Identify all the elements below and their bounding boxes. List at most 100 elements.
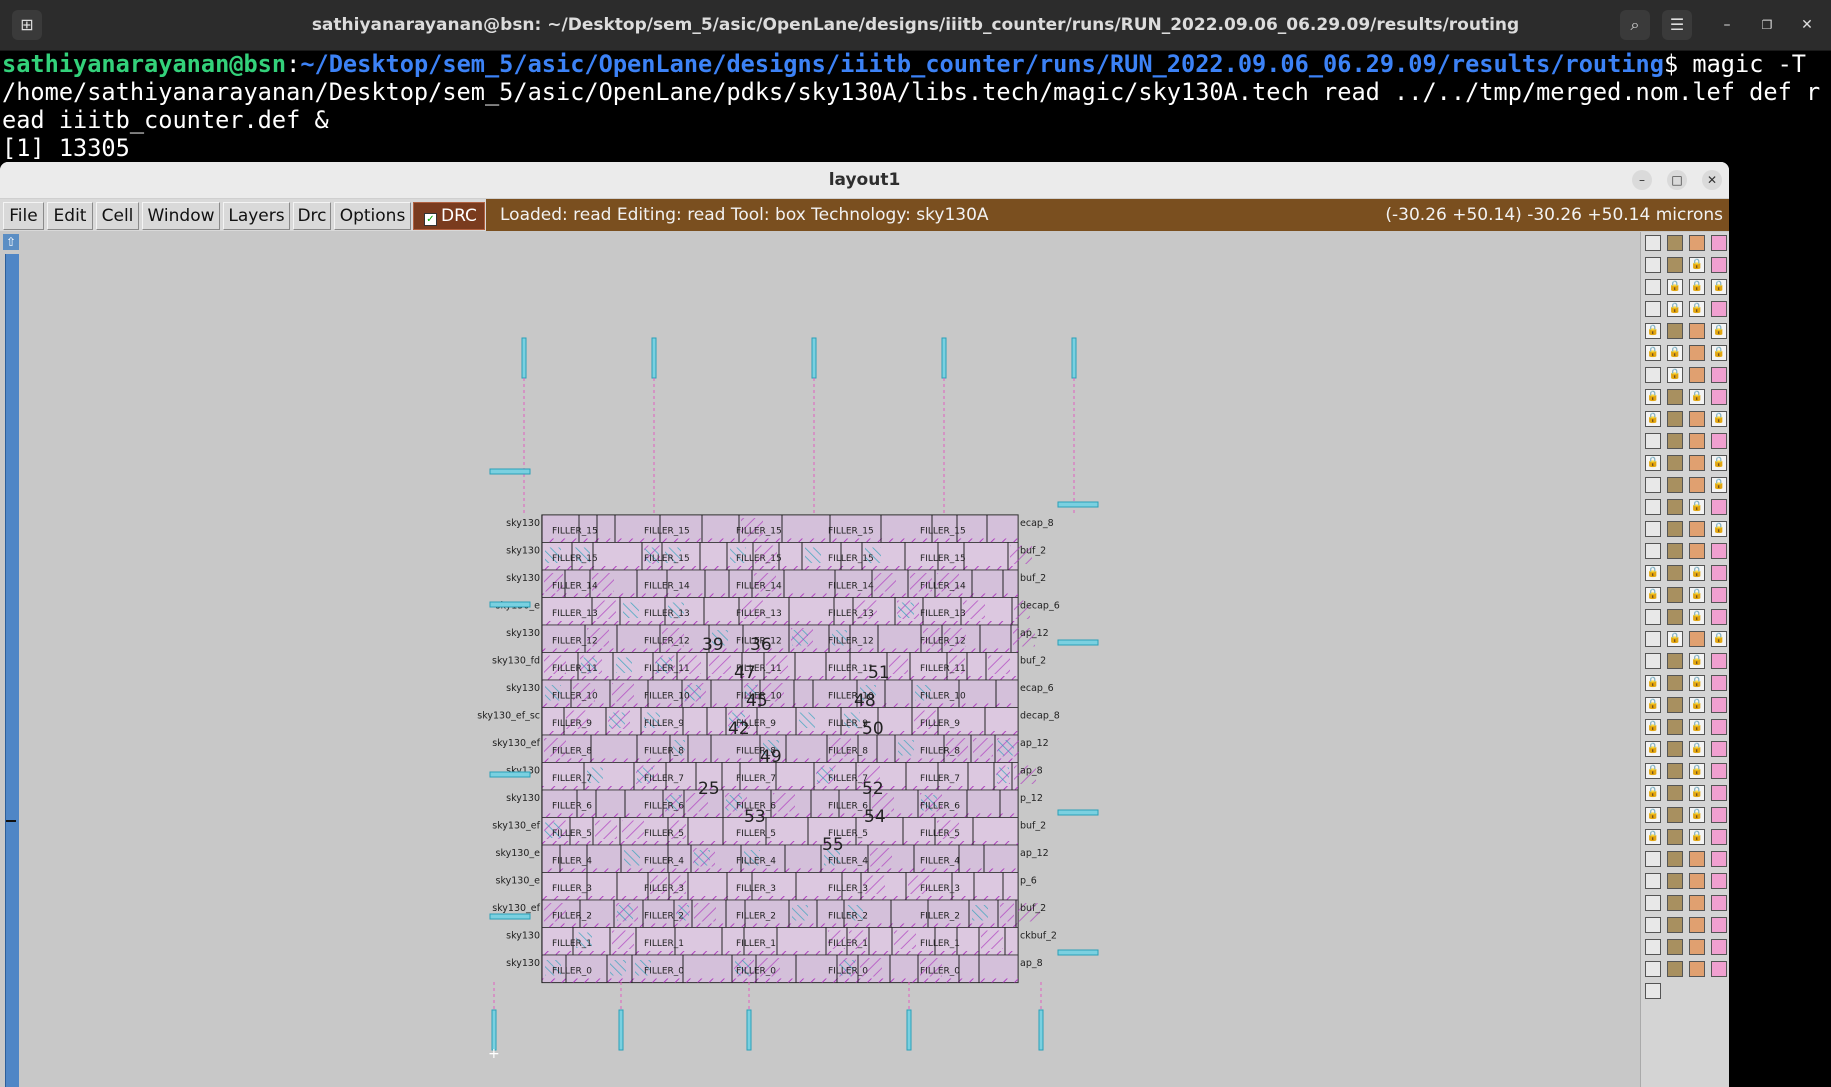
menu-window[interactable]: Window: [142, 202, 220, 230]
locked-layer-icon[interactable]: 🔒: [1711, 323, 1727, 339]
locked-layer-icon[interactable]: 🔒: [1689, 653, 1705, 669]
locked-layer-icon[interactable]: 🔒: [1711, 279, 1727, 295]
layer-swatch[interactable]: [1645, 939, 1661, 955]
layer-swatch[interactable]: [1711, 653, 1727, 669]
layer-swatch[interactable]: [1667, 543, 1683, 559]
locked-layer-icon[interactable]: 🔒: [1689, 609, 1705, 625]
window-minimize-icon[interactable]: –: [1632, 170, 1652, 190]
layer-swatch[interactable]: [1711, 719, 1727, 735]
layer-swatch[interactable]: [1711, 807, 1727, 823]
layer-swatch[interactable]: [1711, 851, 1727, 867]
locked-layer-icon[interactable]: 🔒: [1711, 631, 1727, 647]
layout-drawing[interactable]: FILLER_15 FILLER_15 FILLER_15 FILLER_15 FILL…: [22, 232, 1640, 1087]
layer-swatch[interactable]: [1645, 983, 1661, 999]
layer-swatch[interactable]: [1689, 873, 1705, 889]
layer-swatch[interactable]: [1711, 917, 1727, 933]
layer-swatch[interactable]: [1711, 367, 1727, 383]
layer-swatch[interactable]: [1645, 895, 1661, 911]
layer-swatch[interactable]: [1645, 257, 1661, 273]
layer-swatch[interactable]: [1667, 587, 1683, 603]
layer-swatch[interactable]: [1711, 895, 1727, 911]
layer-swatch[interactable]: [1689, 323, 1705, 339]
layer-swatch[interactable]: [1667, 807, 1683, 823]
layer-swatch[interactable]: [1645, 367, 1661, 383]
layer-swatch[interactable]: [1711, 257, 1727, 273]
layer-swatch[interactable]: [1645, 235, 1661, 251]
layer-swatch[interactable]: [1667, 653, 1683, 669]
locked-layer-icon[interactable]: 🔒: [1689, 785, 1705, 801]
layer-swatch[interactable]: [1667, 323, 1683, 339]
locked-layer-icon[interactable]: 🔒: [1689, 763, 1705, 779]
hamburger-menu-icon[interactable]: ☰: [1662, 10, 1692, 40]
locked-layer-icon[interactable]: 🔒: [1645, 697, 1661, 713]
layer-swatch[interactable]: [1667, 719, 1683, 735]
layer-swatch[interactable]: [1667, 675, 1683, 691]
locked-layer-icon[interactable]: 🔒: [1667, 279, 1683, 295]
layer-swatch[interactable]: [1689, 411, 1705, 427]
window-maximize-icon[interactable]: □: [1667, 170, 1687, 190]
layer-swatch[interactable]: [1667, 609, 1683, 625]
terminal-output[interactable]: sathiyanarayanan@bsn:~/Desktop/sem_5/asi…: [2, 50, 1830, 162]
layer-swatch[interactable]: [1645, 609, 1661, 625]
layer-swatch[interactable]: [1689, 631, 1705, 647]
layer-swatch[interactable]: [1667, 917, 1683, 933]
menu-file[interactable]: File: [3, 202, 44, 230]
locked-layer-icon[interactable]: 🔒: [1711, 345, 1727, 361]
locked-layer-icon[interactable]: 🔒: [1689, 697, 1705, 713]
layer-swatch[interactable]: [1711, 961, 1727, 977]
layer-swatch[interactable]: [1645, 631, 1661, 647]
layer-swatch[interactable]: [1667, 851, 1683, 867]
layer-swatch[interactable]: [1711, 389, 1727, 405]
layer-swatch[interactable]: [1667, 829, 1683, 845]
locked-layer-icon[interactable]: 🔒: [1645, 675, 1661, 691]
layer-swatch[interactable]: [1645, 279, 1661, 295]
layer-swatch[interactable]: [1645, 653, 1661, 669]
locked-layer-icon[interactable]: 🔒: [1645, 785, 1661, 801]
layer-swatch[interactable]: [1711, 609, 1727, 625]
layer-swatch[interactable]: [1711, 499, 1727, 515]
locked-layer-icon[interactable]: 🔒: [1711, 455, 1727, 471]
layer-swatch[interactable]: [1645, 917, 1661, 933]
layer-swatch[interactable]: [1711, 873, 1727, 889]
locked-layer-icon[interactable]: 🔒: [1689, 829, 1705, 845]
locked-layer-icon[interactable]: 🔒: [1689, 499, 1705, 515]
layer-swatch[interactable]: [1689, 961, 1705, 977]
menu-drc[interactable]: Drc: [293, 202, 331, 230]
layer-swatch[interactable]: [1711, 565, 1727, 581]
search-icon[interactable]: ⌕: [1620, 10, 1650, 40]
layer-swatch[interactable]: [1689, 235, 1705, 251]
layer-swatch[interactable]: [1689, 433, 1705, 449]
layer-swatch[interactable]: [1667, 741, 1683, 757]
layer-swatch[interactable]: [1711, 301, 1727, 317]
layer-swatch[interactable]: [1645, 433, 1661, 449]
locked-layer-icon[interactable]: 🔒: [1645, 763, 1661, 779]
locked-layer-icon[interactable]: 🔒: [1645, 345, 1661, 361]
scroll-track[interactable]: [5, 254, 19, 1087]
menu-options[interactable]: Options: [334, 202, 411, 230]
locked-layer-icon[interactable]: 🔒: [1645, 323, 1661, 339]
locked-layer-icon[interactable]: 🔒: [1689, 719, 1705, 735]
layer-swatch[interactable]: [1711, 433, 1727, 449]
layer-swatch[interactable]: [1645, 301, 1661, 317]
layer-swatch[interactable]: [1645, 873, 1661, 889]
locked-layer-icon[interactable]: 🔒: [1689, 565, 1705, 581]
drc-checkbox[interactable]: ✓: [424, 213, 437, 226]
layer-swatch[interactable]: [1645, 543, 1661, 559]
layer-swatch[interactable]: [1667, 565, 1683, 581]
layer-swatch[interactable]: [1711, 785, 1727, 801]
layer-swatch[interactable]: [1689, 345, 1705, 361]
layer-swatch[interactable]: [1689, 939, 1705, 955]
minimize-icon[interactable]: –: [1712, 10, 1742, 40]
layer-swatch[interactable]: [1667, 433, 1683, 449]
locked-layer-icon[interactable]: 🔒: [1711, 521, 1727, 537]
layer-swatch[interactable]: [1711, 741, 1727, 757]
scroll-up-arrow-icon[interactable]: ⇧: [3, 234, 19, 250]
locked-layer-icon[interactable]: 🔒: [1645, 829, 1661, 845]
layer-swatch[interactable]: [1667, 895, 1683, 911]
layer-swatch[interactable]: [1689, 895, 1705, 911]
locked-layer-icon[interactable]: 🔒: [1689, 389, 1705, 405]
layer-swatch[interactable]: [1667, 521, 1683, 537]
locked-layer-icon[interactable]: 🔒: [1645, 565, 1661, 581]
layer-swatch[interactable]: [1667, 763, 1683, 779]
layer-swatch[interactable]: [1711, 675, 1727, 691]
